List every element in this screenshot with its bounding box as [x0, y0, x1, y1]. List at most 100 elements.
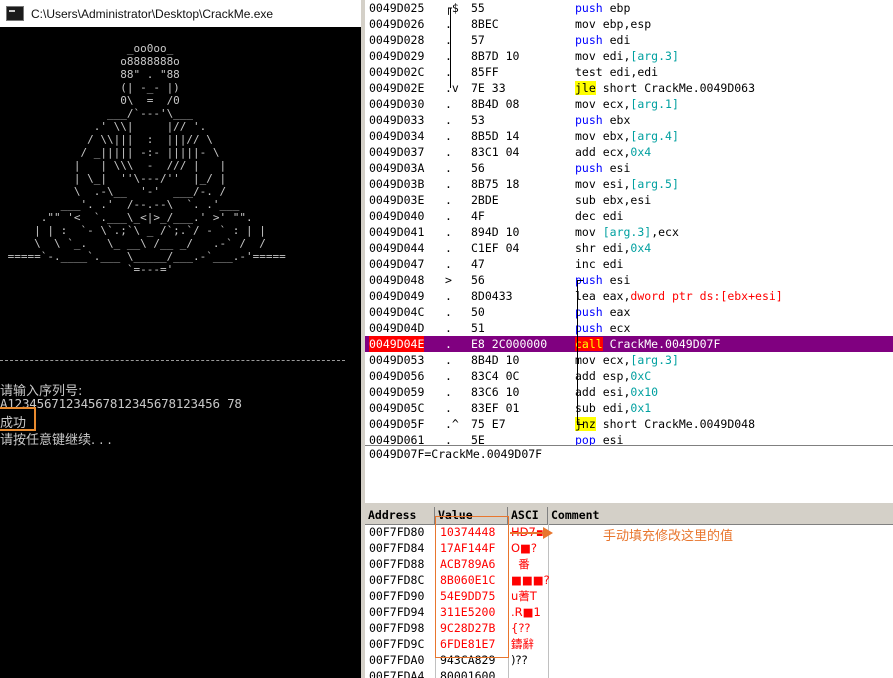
disasm-row[interactable]: 0049D053. 8B4D 10 mov ecx,[arg.3]	[365, 352, 893, 368]
disasm-operand: 0x4	[630, 241, 652, 255]
disasm-marker: .	[445, 241, 452, 255]
column-comment[interactable]: Comment	[548, 507, 893, 524]
disasm-row[interactable]: 0049D05C. 83EF 01 sub edi,0x1	[365, 400, 893, 416]
column-address[interactable]: Address	[365, 507, 435, 524]
disasm-row[interactable]: 0049D056. 83C4 0C add esp,0xC	[365, 368, 893, 384]
stack-ascii: 番	[511, 557, 530, 571]
stack-address: 00F7FD84	[369, 541, 425, 555]
disasm-operand: ebx,	[595, 129, 631, 143]
disasm-instruction: sub ebx,esi	[575, 192, 651, 208]
disasm-marker: >	[445, 273, 452, 287]
disasm-row[interactable]: 0049D04D. 51 push ecx	[365, 320, 893, 336]
disasm-hex: 2BDE	[471, 193, 499, 207]
disasm-mnemonic: add	[575, 369, 596, 383]
disasm-row[interactable]: 0049D02C. 85FF test edi,edi	[365, 64, 893, 80]
column-ascii[interactable]: ASCI	[508, 507, 548, 524]
disasm-marker: .	[445, 321, 452, 335]
disasm-row[interactable]: 0049D040. 4F dec edi	[365, 208, 893, 224]
disasm-operand: edi	[595, 209, 624, 223]
stack-address: 00F7FD94	[369, 605, 425, 619]
disasm-hex: 4F	[471, 209, 485, 223]
disasm-address: 0049D037	[369, 145, 425, 159]
disasm-marker: .	[445, 129, 452, 143]
disasm-operand: [arg.3]	[602, 225, 652, 239]
disasm-row[interactable]: 0049D04C. 50 push eax	[365, 304, 893, 320]
disasm-row[interactable]: 0049D026. 8BEC mov ebp,esp	[365, 16, 893, 32]
disasm-row[interactable]: 0049D033. 53 push ebx	[365, 112, 893, 128]
disasm-address: 0049D053	[369, 353, 425, 367]
disasm-address: 0049D034	[369, 129, 425, 143]
disasm-address: 0049D041	[369, 225, 425, 239]
disasm-marker: .	[445, 161, 452, 175]
disasm-row[interactable]: 0049D059. 83C6 10 add esi,0x10	[365, 384, 893, 400]
loop-bracket-bottom	[577, 424, 583, 425]
disasm-marker: .	[445, 257, 452, 271]
disasm-row[interactable]: 0049D047. 47 inc edi	[365, 256, 893, 272]
disasm-hex: 83C1 04	[471, 145, 520, 159]
disasm-address: 0049D04E	[369, 336, 425, 352]
disasm-instruction: mov ecx,[arg.3]	[575, 352, 679, 368]
disasm-address: 0049D02C	[369, 65, 425, 79]
disasm-instruction: pop esi	[575, 432, 623, 445]
disasm-operand: eax,	[595, 289, 631, 303]
disasm-address: 0049D044	[369, 241, 425, 255]
stack-row[interactable]: 00F7FDA4 80001600	[365, 668, 893, 678]
disasm-row[interactable]: 0049D03A. 56 push esi	[365, 160, 893, 176]
disasm-row[interactable]: 0049D049. 8D0433 lea eax,dword ptr ds:[ebx…	[365, 288, 893, 304]
disasm-instruction: call CrackMe.0049D07F	[575, 336, 720, 352]
disasm-operand: ebp	[602, 1, 631, 15]
disasm-instruction: mov [arg.3],ecx	[575, 224, 679, 240]
disasm-row-selected[interactable]: 0049D04E. E8 2C000000 call CrackMe.0049D07…	[365, 336, 893, 352]
disasm-marker: .	[445, 113, 452, 127]
stack-ascii: O■?	[511, 541, 538, 555]
disasm-mnemonic: sub	[575, 401, 596, 415]
disasm-mnemonic: mov	[575, 225, 596, 239]
disasm-row[interactable]: 0049D030. 8B4D 08 mov ecx,[arg.1]	[365, 96, 893, 112]
disasm-hex: 8D0433	[471, 289, 513, 303]
disasm-mnemonic: push	[575, 161, 603, 175]
disasm-instruction: sub edi,0x1	[575, 400, 651, 416]
stack-ascii: u蓍T	[511, 589, 537, 603]
disasm-instruction: push ecx	[575, 320, 630, 336]
disasm-row[interactable]: 0049D03E. 2BDE sub ebx,esi	[365, 192, 893, 208]
disasm-marker: .	[445, 353, 452, 367]
disasm-row[interactable]: 0049D029. 8B7D 10 mov edi,[arg.3]	[365, 48, 893, 64]
disasm-row[interactable]: 0049D034. 8B5D 14 mov ebx,[arg.4]	[365, 128, 893, 144]
disasm-mnemonic: push	[575, 113, 603, 127]
disasm-row[interactable]: 0049D048 >56 push esi	[365, 272, 893, 288]
disasm-address: 0049D025	[369, 1, 425, 15]
disasm-hex: 51	[471, 321, 485, 335]
disasm-hex: 55	[471, 1, 485, 15]
disasm-operand: ebx	[602, 113, 631, 127]
disasm-hex: 8B5D 14	[471, 129, 520, 143]
disasm-row[interactable]: 0049D03B. 8B75 18 mov esi,[arg.5]	[365, 176, 893, 192]
disasm-hex: 75 E7	[471, 417, 506, 431]
disasm-row[interactable]: 0049D025 ┌$ 55 push ebp	[365, 0, 893, 16]
disasm-row[interactable]: 0049D037. 83C1 04 add ecx,0x4	[365, 144, 893, 160]
console-app-icon	[6, 6, 24, 21]
console-window: C:\Users\Administrator\Desktop\CrackMe.e…	[0, 0, 361, 678]
disasm-row[interactable]: 0049D061. 5E pop esi	[365, 432, 893, 445]
stack-value: 80001600	[440, 669, 496, 678]
info-text: 0049D07F=CrackMe.0049D07F	[369, 447, 543, 461]
disasm-operand: ecx,	[595, 353, 631, 367]
disasm-row[interactable]: 0049D041. 894D 10 mov [arg.3],ecx	[365, 224, 893, 240]
disasm-marker: .^	[445, 417, 459, 431]
disasm-row[interactable]: 0049D028. 57 push edi	[365, 32, 893, 48]
disasm-address: 0049D02E	[369, 81, 425, 95]
disasm-operand: [arg.4]	[630, 129, 679, 143]
disasm-row[interactable]: 0049D02E .v 7E 33 jle short CrackMe.0049D06…	[365, 80, 893, 96]
disasm-instruction: push ebp	[575, 0, 630, 16]
stack-address: 00F7FD9C	[369, 637, 425, 651]
disasm-operand: [arg.1]	[630, 97, 679, 111]
disasm-marker: .	[445, 209, 452, 223]
disasm-row[interactable]: 0049D044. C1EF 04 shr edi,0x4	[365, 240, 893, 256]
disasm-row[interactable]: 0049D05F .^ 75 E7 jnz short CrackMe.0049D04…	[365, 416, 893, 432]
console-titlebar[interactable]: C:\Users\Administrator\Desktop\CrackMe.e…	[0, 0, 361, 27]
disasm-instruction: dec edi	[575, 208, 623, 224]
disasm-operand: esi	[602, 273, 631, 287]
disassembly-pane[interactable]: 0049D025 ┌$ 55 push ebp 0049D026. 8BEC mov ebp…	[365, 0, 893, 445]
disasm-operand: esi,	[595, 177, 631, 191]
disasm-instruction: test edi,edi	[575, 64, 658, 80]
disasm-marker: .v	[445, 81, 459, 95]
